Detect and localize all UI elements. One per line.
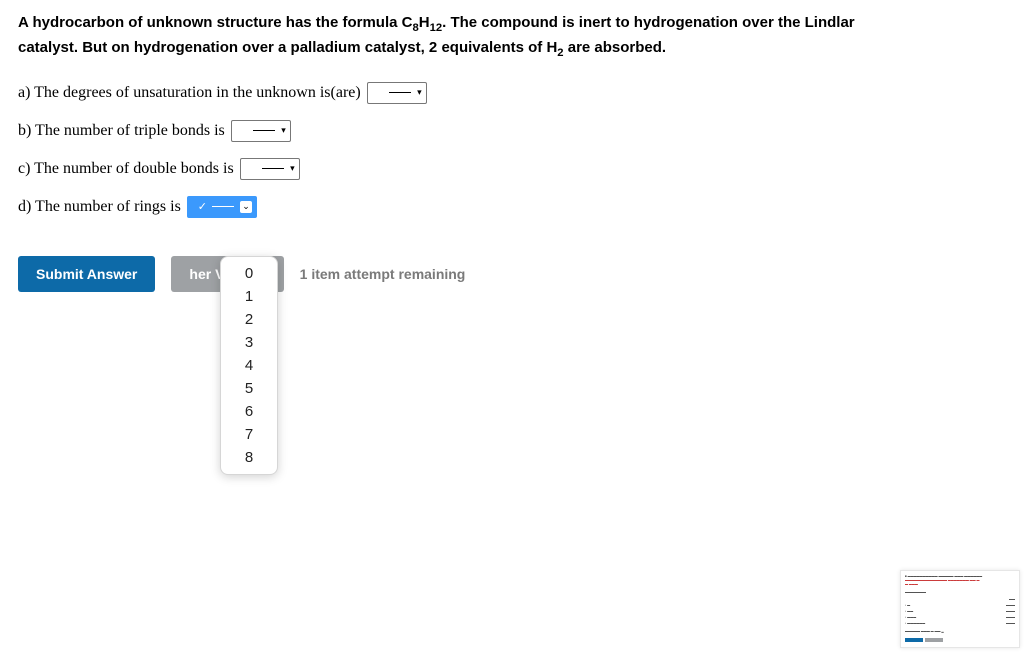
question-d-dropdown: 0 1 2 3 4 5 6 7 8 — [220, 256, 278, 475]
dropdown-option[interactable]: 1 — [224, 285, 274, 308]
thumb-row: ▬▬▬▬▬▬▬▬▬ — [905, 622, 1015, 626]
question-c-row: c) The number of double bonds is ▾ — [18, 158, 1006, 180]
attempts-remaining: 1 item attempt remaining — [300, 266, 466, 282]
thumb-line: ▬ ▬▬▬ — [905, 583, 1015, 587]
text: . The compound is inert to hydrogenation… — [442, 14, 855, 31]
text: are absorbed. — [564, 39, 667, 56]
chevron-down-icon: ▾ — [290, 164, 295, 173]
check-icon: ✓ — [198, 200, 207, 213]
dropdown-option[interactable]: 7 — [224, 423, 274, 446]
dropdown-option[interactable]: 2 — [224, 308, 274, 331]
question-c-select[interactable]: ▾ — [240, 158, 300, 180]
question-d-row: d) The number of rings is ✓ ⌄ — [18, 196, 1006, 218]
question-a-select[interactable]: ▾ — [367, 82, 427, 104]
question-b-row: b) The number of triple bonds is ▾ — [18, 120, 1006, 142]
text: catalyst. But on hydrogenation over a pa… — [18, 39, 557, 56]
dropdown-option[interactable]: 6 — [224, 400, 274, 423]
chevron-down-icon: ⌄ — [242, 202, 250, 211]
question-a-row: a) The degrees of unsaturation in the un… — [18, 82, 1006, 104]
thumb-buttons — [905, 634, 1015, 644]
question-a-label: a) The degrees of unsaturation in the un… — [18, 84, 361, 102]
thumb-line: ▬▬▬▬▬▬▬ — [905, 591, 1015, 595]
subscript: 12 — [430, 22, 443, 34]
dropdown-option[interactable]: 8 — [224, 446, 274, 469]
thumb-row: ▬▬▬▬▬▬ — [905, 616, 1015, 620]
preview-thumbnail[interactable]: ■ ▬▬▬▬▬▬▬▬▬▬ ▬▬▬▬▬ ▬▬▬ ▬▬▬▬▬▬ ▬▬▬▬▬▬▬▬▬▬… — [900, 570, 1020, 648]
blank-line — [253, 130, 275, 131]
dropdown-option[interactable]: 5 — [224, 377, 274, 400]
dropdown-option[interactable]: 4 — [224, 354, 274, 377]
thumb-row: ▬▬▬▬▬ — [905, 610, 1015, 614]
chevron-down-icon: ▾ — [417, 88, 422, 97]
problem-statement: A hydrocarbon of unknown structure has t… — [18, 12, 1006, 62]
thumb-row: ▬▬▬▬ — [905, 604, 1015, 608]
question-b-select[interactable]: ▾ — [231, 120, 291, 142]
action-row: Submit Answer her Version 1 item attempt… — [18, 256, 1006, 292]
blank-line — [212, 206, 234, 207]
text: A hydrocarbon of unknown structure has t… — [18, 14, 412, 31]
thumb-col: ▬▬ — [905, 598, 1015, 602]
chev-wrapper: ⌄ — [240, 201, 252, 213]
blank-line — [262, 168, 284, 169]
dropdown-option[interactable]: 0 — [224, 262, 274, 285]
blank-line — [389, 92, 411, 93]
text: H — [419, 14, 430, 31]
submit-answer-button[interactable]: Submit Answer — [18, 256, 155, 292]
question-b-label: b) The number of triple bonds is — [18, 122, 225, 140]
question-c-label: c) The number of double bonds is — [18, 160, 234, 178]
question-d-select[interactable]: ✓ ⌄ — [187, 196, 257, 218]
dropdown-option[interactable]: 3 — [224, 331, 274, 354]
chevron-down-icon: ▾ — [281, 126, 286, 135]
question-d-label: d) The number of rings is — [18, 198, 181, 216]
